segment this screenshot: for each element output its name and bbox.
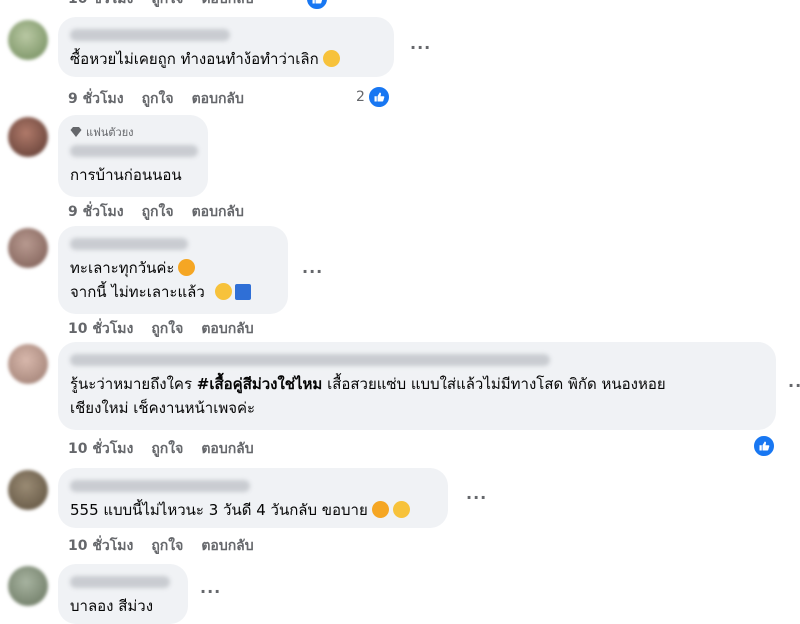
comment-actions-top: 10 ชั่วโมง ถูกใจ ตอบกลับ (68, 0, 254, 10)
comment-text-line1: รู้นะว่าหมายถึงใคร #เสื้อคู่สีม่วงใช่ไหม… (70, 375, 666, 393)
comment-bubble: บาลอง สีม่วง (58, 564, 188, 624)
comment-time: 10 ชั่วโมง (68, 538, 134, 554)
comment-text: ซื้อหวยไม่เคยถูก ทำงอนทำง้อทำว่าเลิก (70, 47, 382, 71)
more-options-icon[interactable]: ··· (466, 488, 487, 507)
comment-time: 9 ชั่วโมง (68, 91, 124, 107)
wink-emoji-icon (322, 50, 340, 67)
comment-actions: 9 ชั่วโมง ถูกใจ ตอบกลับ (68, 201, 244, 223)
avatar[interactable] (8, 344, 48, 384)
more-options-icon[interactable]: ··· (788, 376, 800, 395)
comment-text: 555 แบบนี้ไม่ไหวนะ 3 วันดี 4 วันกลับ ขอบ… (70, 498, 436, 522)
like-link[interactable]: ถูกใจ (151, 438, 183, 460)
author-name-blurred[interactable] (70, 29, 230, 41)
comment-actions: 10 ชั่วโมง ถูกใจ ตอบกลับ (68, 535, 254, 557)
comment-bubble: 555 แบบนี้ไม่ไหวนะ 3 วันดี 4 วันกลับ ขอบ… (58, 468, 448, 528)
comment-bubble: แฟนตัวยง การบ้านก่อนนอน (58, 115, 208, 197)
comment-text: การบ้านก่อนนอน (70, 166, 182, 184)
comment-text: บาลอง สีม่วง (70, 597, 154, 615)
reply-link[interactable]: ตอบกลับ (201, 535, 253, 557)
avatar[interactable] (8, 470, 48, 510)
grin-emoji-icon (392, 501, 410, 518)
reaction-count[interactable]: 2 (356, 89, 365, 105)
comment-bubble: ซื้อหวยไม่เคยถูก ทำงอนทำง้อทำว่าเลิก (58, 17, 394, 77)
comment-text-line2: เชียงใหม่ เช็คงานหน้าเพจค่ะ (70, 399, 256, 417)
like-reaction-icon[interactable] (752, 434, 776, 458)
laughing-emoji-icon (178, 259, 196, 276)
reply-link[interactable]: ตอบกลับ (192, 201, 244, 223)
comment-bubble: รู้นะว่าหมายถึงใคร #เสื้อคู่สีม่วงใช่ไหม… (58, 342, 776, 430)
more-options-icon[interactable]: ··· (410, 38, 431, 57)
author-name-blurred[interactable] (70, 145, 198, 157)
reply-link[interactable]: ตอบกลับ (201, 318, 253, 340)
like-link[interactable]: ถูกใจ (151, 318, 183, 340)
comment-actions: 10 ชั่วโมง ถูกใจ ตอบกลับ (68, 438, 254, 460)
like-link[interactable]: ถูกใจ (142, 201, 174, 223)
comment-time: 10 ชั่วโมง (68, 0, 133, 10)
laughing-emoji-icon (371, 501, 389, 518)
top-fan-badge: แฟนตัวยง (70, 123, 196, 141)
reply-link[interactable]: ตอบกลับ (201, 0, 253, 10)
like-link[interactable]: ถูกใจ (151, 535, 183, 557)
diamond-icon (70, 127, 82, 137)
hashtag-link[interactable]: #เสื้อคู่สีม่วงใช่ไหม (197, 375, 323, 393)
like-reaction-icon (305, 0, 329, 11)
like-link[interactable]: ถูกใจ (151, 0, 183, 10)
author-name-blurred[interactable] (70, 576, 170, 588)
comment-text-line1: ทะเลาะทุกวันค่ะ (70, 256, 276, 280)
avatar[interactable] (8, 566, 48, 606)
reply-link[interactable]: ตอบกลับ (201, 438, 253, 460)
comment-time: 10 ชั่วโมง (68, 321, 134, 337)
like-reaction-icon (367, 85, 391, 109)
comment-bubble: ทะเลาะทุกวันค่ะ จากนี้ ไม่ทะเลาะแล้ว (58, 226, 288, 314)
avatar[interactable] (8, 117, 48, 157)
comment-actions: 9 ชั่วโมง ถูกใจ ตอบกลับ (68, 88, 244, 110)
comment-time: 9 ชั่วโมง (68, 204, 124, 220)
author-name-blurred[interactable] (70, 238, 188, 250)
comment-time: 10 ชั่วโมง (68, 441, 134, 457)
reply-link[interactable]: ตอบกลับ (192, 88, 244, 110)
blue-square-emoji-icon (234, 284, 251, 300)
avatar[interactable] (8, 20, 48, 60)
like-link[interactable]: ถูกใจ (142, 88, 174, 110)
more-options-icon[interactable]: ··· (200, 582, 221, 601)
smile-emoji-icon (214, 283, 232, 300)
avatar[interactable] (8, 228, 48, 268)
comment-actions: 10 ชั่วโมง ถูกใจ ตอบกลับ (68, 318, 254, 340)
comment-text-line2: จากนี้ ไม่ทะเลาะแล้ว (70, 280, 276, 304)
more-options-icon[interactable]: ··· (302, 262, 323, 281)
author-name-blurred[interactable] (70, 354, 550, 366)
author-name-blurred[interactable] (70, 480, 250, 492)
